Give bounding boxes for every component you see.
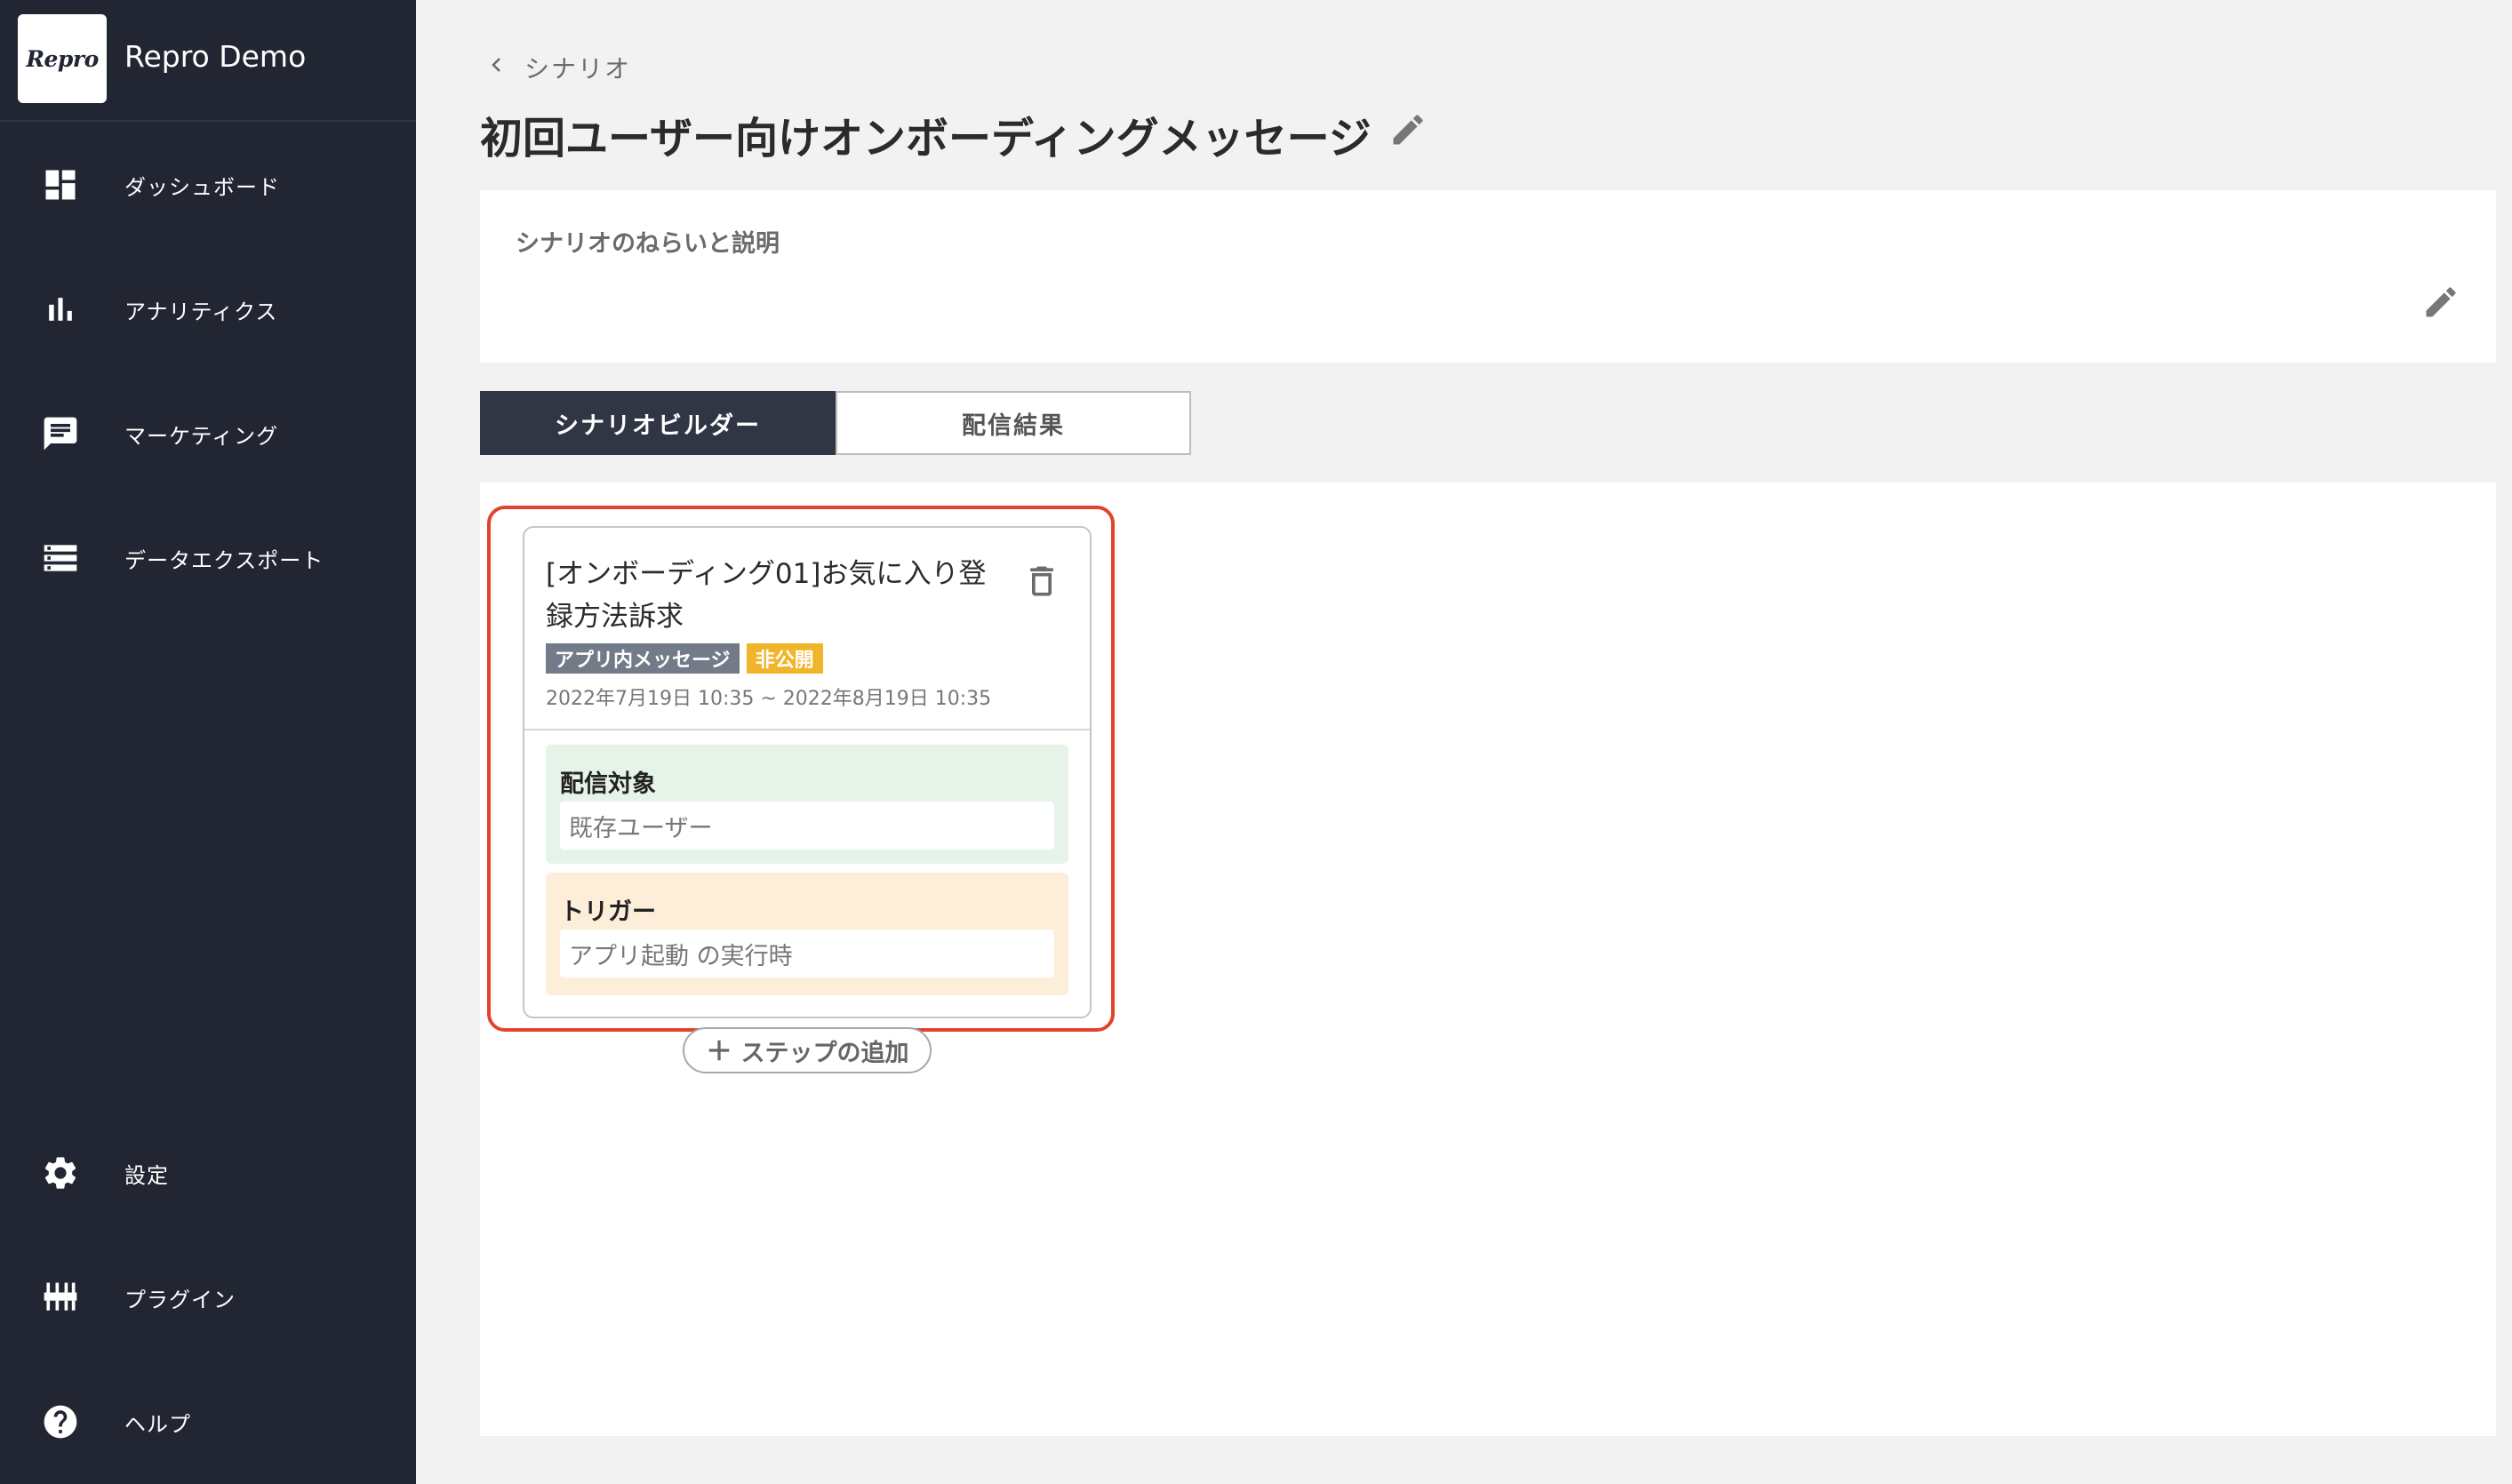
description-label: シナリオのねらいと説明 [516, 230, 780, 258]
sidebar-item-label: データエクスポート [124, 547, 324, 573]
page-title: 初回ユーザー向けオンボーディングメッセージ [480, 114, 1372, 164]
target-section: 配信対象 既存ユーザー [546, 745, 1068, 864]
trash-icon[interactable] [1022, 562, 1061, 601]
sidebar-item-settings[interactable]: 設定 [0, 1133, 416, 1213]
pencil-icon[interactable] [2421, 283, 2460, 322]
sidebar-item-label: ヘルプ [124, 1411, 191, 1437]
tab-delivery-results[interactable]: 配信結果 [836, 391, 1191, 455]
bar-chart-icon [49, 298, 72, 321]
description-panel: シナリオのねらいと説明 [480, 190, 2496, 363]
gear-icon [44, 1157, 76, 1189]
sidebar-item-label: 設定 [124, 1162, 169, 1188]
divider [524, 729, 1090, 730]
back-chevron-icon[interactable] [485, 52, 507, 78]
tab-scenario-builder[interactable]: シナリオビルダー [480, 391, 836, 455]
add-step-button[interactable]: ステップの追加 [683, 1027, 932, 1073]
pencil-icon[interactable] [1388, 110, 1428, 149]
sidebar-item-export[interactable]: データエクスポート [0, 518, 416, 598]
sidebar-item-dashboard[interactable]: ダッシュボード [0, 145, 416, 225]
trigger-value[interactable]: アプリ起動 の実行時 [560, 929, 1054, 977]
message-icon [44, 417, 77, 451]
sidebar-item-label: プラグイン [124, 1287, 236, 1312]
breadcrumb[interactable]: シナリオ [524, 50, 631, 85]
sidebar-item-label: ダッシュボード [124, 174, 280, 200]
plugin-icon [44, 1282, 77, 1311]
sidebar-item-help[interactable]: ヘルプ [0, 1382, 416, 1462]
trigger-section: トリガー アプリ起動 の実行時 [546, 873, 1068, 995]
trigger-label: トリガー [560, 898, 656, 926]
message-type-badge: アプリ内メッセージ [546, 643, 740, 674]
sidebar-item-label: アナリティクス [124, 299, 278, 324]
badge-group: アプリ内メッセージ 非公開 [546, 643, 823, 674]
sidebar: Repro Repro Demo ダッシュボード アナリティクス マーケティング… [0, 0, 416, 1484]
sidebar-item-analytics[interactable]: アナリティクス [0, 269, 416, 349]
logo-text: Repro [26, 45, 99, 72]
help-icon [44, 1405, 77, 1439]
step-title: [オンボーディング01]お気に入り登録方法訴求 [546, 558, 987, 633]
plus-icon [708, 1040, 729, 1061]
step-card[interactable]: [オンボーディング01]お気に入り登録方法訴求 アプリ内メッセージ 非公開 20… [523, 526, 1092, 1018]
dashboard-icon [45, 170, 76, 200]
target-label: 配信対象 [560, 770, 656, 798]
sidebar-item-marketing[interactable]: マーケティング [0, 394, 416, 474]
sidebar-item-plugin[interactable]: プラグイン [0, 1257, 416, 1337]
status-badge: 非公開 [746, 643, 823, 674]
add-step-label: ステップの追加 [740, 1039, 909, 1067]
target-value[interactable]: 既存ユーザー [560, 802, 1054, 850]
date-range: 2022年7月19日 10:35 ~ 2022年8月19日 10:35 [546, 688, 992, 710]
repro-logo[interactable]: Repro [18, 14, 107, 103]
storage-icon [44, 545, 77, 571]
sidebar-item-label: マーケティング [124, 423, 279, 449]
app-name: Repro Demo [124, 39, 307, 74]
brand-header: Repro Repro Demo [0, 0, 416, 122]
